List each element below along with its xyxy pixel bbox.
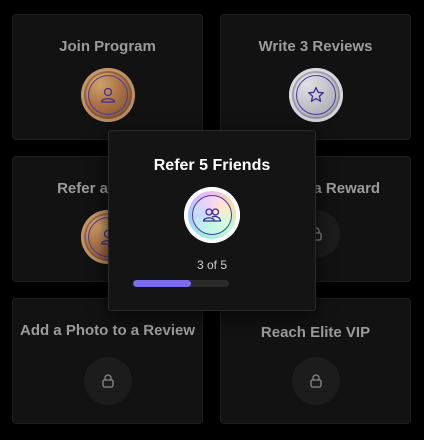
lock-icon [101, 374, 114, 388]
achievement-card-elite-vip[interactable]: Reach Elite VIP [220, 298, 411, 424]
achievement-card-write-reviews[interactable]: Write 3 Reviews [220, 14, 411, 140]
bronze-badge [80, 68, 135, 122]
locked-badge [291, 357, 340, 405]
progress-bar-fill [133, 280, 191, 287]
star-icon [307, 86, 324, 102]
achievement-detail-popover: Refer 5 Friends 3 of 5 [108, 130, 316, 311]
card-title: Write 3 Reviews [258, 38, 373, 55]
progress-text: 3 of 5 [196, 258, 228, 272]
locked-badge [83, 357, 132, 405]
progress-bar [133, 280, 229, 287]
holographic-badge [184, 187, 240, 243]
popover-title: Refer 5 Friends [153, 157, 271, 174]
lock-icon [309, 374, 322, 388]
users-icon [202, 208, 222, 222]
achievement-card-join-program[interactable]: Join Program [12, 14, 203, 140]
card-title: Add a Photo to a Review [19, 322, 196, 339]
card-title: Join Program [59, 38, 156, 55]
user-icon [100, 87, 115, 103]
silver-badge [288, 68, 343, 122]
achievement-card-add-photo[interactable]: Add a Photo to a Review [12, 298, 203, 424]
card-title: Reach Elite VIP [260, 324, 371, 341]
